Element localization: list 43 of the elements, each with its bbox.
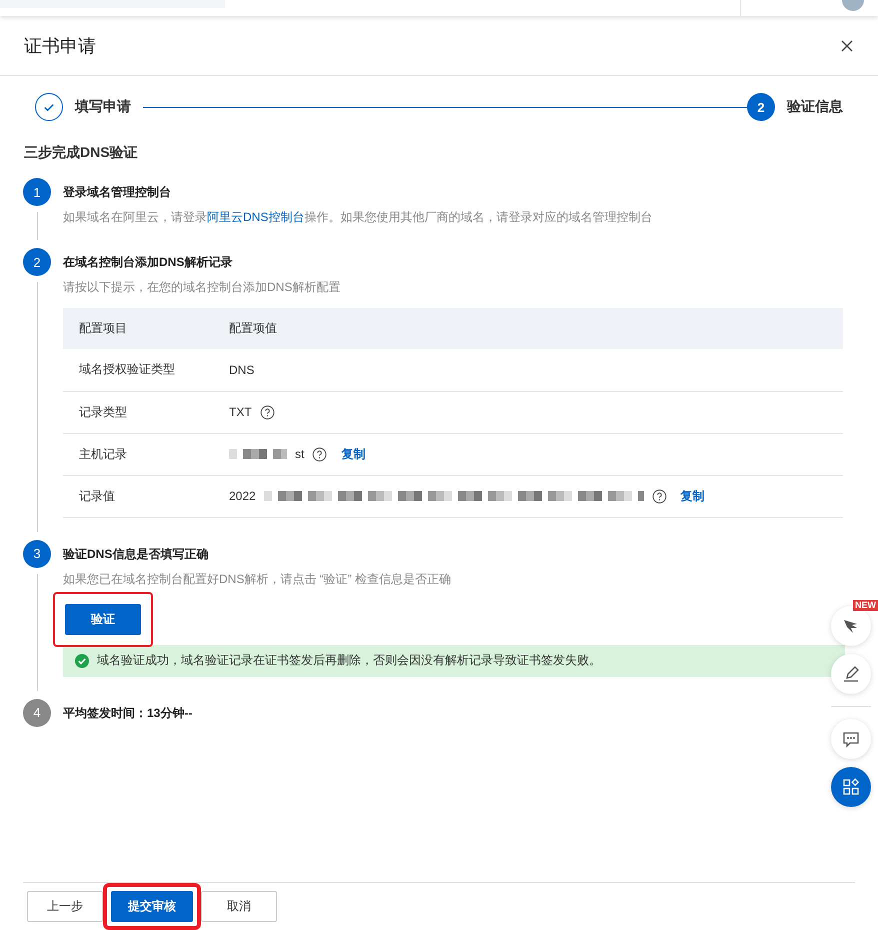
close-icon[interactable] [840, 38, 854, 52]
verify-button[interactable]: 验证 [65, 604, 141, 634]
step-description: 如果域名在阿里云，请登录阿里云DNS控制台操作。如果您使用其他厂商的域名，请登录对应的域名管理控制台 [63, 209, 654, 226]
column-header: 配置项值 [213, 308, 843, 349]
section-title: 三步完成DNS验证 [24, 144, 139, 162]
step-number: 1 [23, 178, 51, 206]
tool-button[interactable] [831, 719, 871, 759]
step-label: 验证信息 [787, 98, 843, 116]
table-cell: 记录值 [63, 475, 213, 517]
copy-link[interactable]: 复制 [680, 488, 705, 504]
step-description: 如果您已在域名控制台配置好DNS解析，请点击 “验证” 检查信息是否正确 [63, 570, 452, 588]
step-title: 平均签发时间：13分钟-- [63, 704, 194, 722]
alert-message: 域名验证成功，域名验证记录在证书签发后再删除，否则会因没有解析记录导致证书签发失败。 [97, 652, 601, 669]
step-title: 登录域名管理控制台 [63, 184, 172, 201]
table-cell: TXT [229, 405, 252, 419]
step-label: 填写申请 [75, 98, 131, 116]
step-title: 验证DNS信息是否填写正确 [63, 546, 210, 562]
table-cell: 记录类型 [63, 391, 213, 433]
step-title: 在域名控制台添加DNS解析记录 [63, 254, 234, 271]
table-cell: st [295, 447, 304, 461]
step-indicator: 2 [747, 93, 775, 121]
new-badge: NEW [853, 600, 878, 611]
apps-icon [841, 777, 861, 797]
footer-button[interactable]: 上一步 [27, 891, 103, 922]
table-cell: 2022 [229, 489, 256, 503]
copy-link[interactable]: 复制 [341, 446, 366, 462]
step-description: 请按以下提示，在您的域名控制台添加DNS解析配置 [63, 279, 342, 296]
footer-button[interactable]: 提交审核 [111, 891, 193, 922]
table-cell: DNS [229, 362, 254, 377]
step-number: 3 [23, 540, 51, 568]
tool-button[interactable] [831, 606, 871, 646]
step-number: 4 [23, 698, 51, 726]
table-cell: 域名授权验证类型 [63, 349, 213, 391]
console-link[interactable]: 阿里云DNS控制台 [207, 210, 304, 224]
pen-icon [841, 664, 861, 684]
check-circle-icon [75, 654, 89, 668]
dialog-title: 证书申请 [24, 34, 96, 58]
footer-button[interactable]: 取消 [201, 891, 277, 922]
step-number: 2 [23, 248, 51, 276]
table-cell: 主机记录 [63, 433, 213, 475]
column-header: 配置项目 [63, 308, 213, 349]
tool-button[interactable] [831, 767, 871, 807]
tool-button[interactable] [831, 654, 871, 694]
